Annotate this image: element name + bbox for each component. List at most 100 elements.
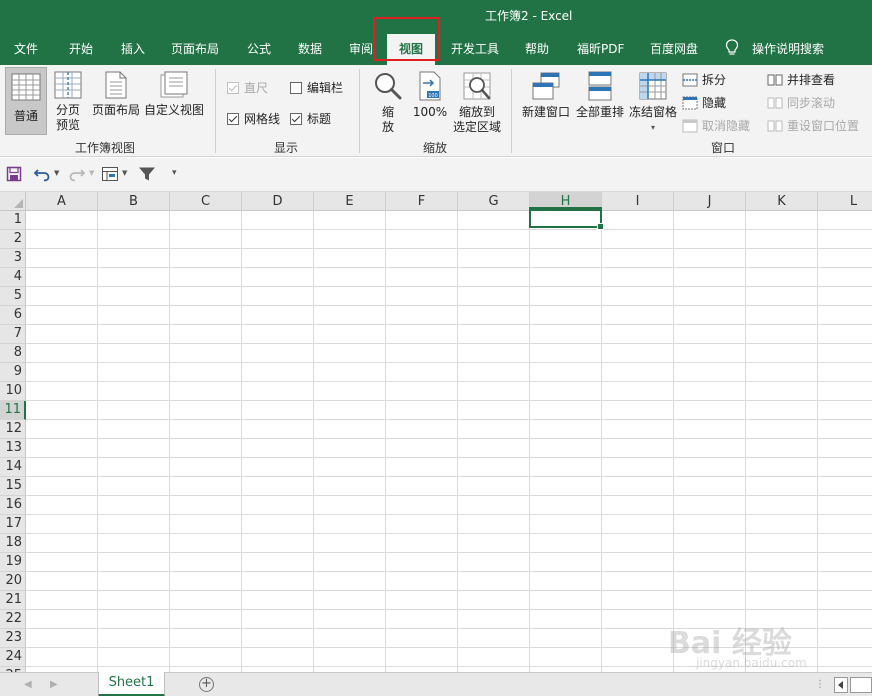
tab-data[interactable]: 数据 — [298, 40, 322, 57]
column-header-b[interactable]: B — [98, 192, 170, 211]
row-header-2[interactable]: 2 — [0, 230, 26, 249]
active-cell-h11[interactable] — [529, 207, 604, 230]
row-header-6[interactable]: 6 — [0, 306, 26, 325]
row-header-1[interactable]: 1 — [0, 211, 26, 230]
row-header-19[interactable]: 19 — [0, 553, 26, 572]
select-all-corner[interactable] — [0, 192, 26, 211]
add-sheet-button[interactable]: + — [199, 677, 214, 692]
custom-views-button[interactable]: 自定义视图 — [144, 71, 204, 121]
column-header-a[interactable]: A — [26, 192, 98, 211]
row-header-12[interactable]: 12 — [0, 420, 26, 439]
tab-insert[interactable]: 插入 — [121, 40, 145, 57]
tab-formulas[interactable]: 公式 — [247, 40, 271, 57]
arrange-all-button[interactable]: 全部重排 — [574, 71, 626, 121]
sheet-scroll-right-icon[interactable]: ▶ — [50, 679, 58, 690]
filter-icon[interactable] — [138, 166, 156, 182]
formula-bar-checkbox[interactable]: 编辑栏 — [290, 79, 343, 96]
tab-help[interactable]: 帮助 — [525, 40, 549, 57]
tab-page-layout[interactable]: 页面布局 — [171, 40, 219, 57]
row-header-16[interactable]: 16 — [0, 496, 26, 515]
row-header-11[interactable]: 11 — [0, 401, 26, 420]
tab-review[interactable]: 审阅 — [349, 40, 373, 57]
split-button[interactable]: 拆分 — [682, 71, 726, 88]
zoom-to-selection-button[interactable]: 缩放到 选定区域 — [452, 71, 502, 135]
hscroll-left-arrow-icon[interactable] — [834, 677, 848, 693]
row-header-8[interactable]: 8 — [0, 344, 26, 363]
horizontal-scrollbar-thumb[interactable] — [850, 677, 872, 693]
row-header-22[interactable]: 22 — [0, 610, 26, 629]
sync-scroll-icon — [767, 97, 783, 108]
sheet-tab-sheet1[interactable]: Sheet1 — [98, 672, 165, 696]
row-header-23[interactable]: 23 — [0, 629, 26, 648]
formula-bar-checkbox-box[interactable] — [290, 81, 302, 94]
zoom-to-selection-label-1: 缩放到 — [458, 105, 495, 119]
column-header-c[interactable]: C — [170, 192, 242, 211]
row-header-3[interactable]: 3 — [0, 249, 26, 268]
headings-checkbox[interactable]: 标题 — [290, 110, 331, 127]
headings-checkbox-box[interactable] — [290, 112, 302, 125]
tab-view[interactable]: 视图 — [387, 34, 436, 65]
form-icon[interactable] — [101, 166, 119, 182]
row-header-5[interactable]: 5 — [0, 287, 26, 306]
gridline-vertical — [601, 211, 602, 672]
zoom-100-button[interactable]: 100 100% — [412, 71, 448, 121]
page-break-preview-icon — [54, 71, 82, 99]
sheet-tab-bar: ◀ ▶ Sheet1 + ⋮ — [0, 672, 872, 696]
column-header-k[interactable]: K — [746, 192, 818, 211]
zoom-button[interactable]: 缩 放 — [370, 71, 406, 135]
column-header-f[interactable]: F — [386, 192, 458, 211]
gridlines-checkbox[interactable]: 网格线 — [227, 110, 280, 127]
tell-me-search[interactable]: 操作说明搜索 — [752, 40, 824, 57]
row-header-14[interactable]: 14 — [0, 458, 26, 477]
zoom-group-label: 缩放 — [423, 141, 448, 155]
freeze-panes-button[interactable]: 冻结窗格 ▾ — [628, 71, 678, 135]
tab-baidu-netdisk[interactable]: 百度网盘 — [650, 40, 698, 57]
save-icon[interactable] — [6, 166, 22, 182]
new-window-button[interactable]: 新建窗口 — [520, 71, 572, 121]
undo-icon[interactable] — [33, 166, 51, 182]
group-separator — [359, 69, 360, 153]
column-header-d[interactable]: D — [242, 192, 314, 211]
tab-developer[interactable]: 开发工具 — [451, 40, 499, 57]
row-header-21[interactable]: 21 — [0, 591, 26, 610]
column-header-e[interactable]: E — [314, 192, 386, 211]
page-layout-view-button[interactable]: 页面布局 — [90, 71, 142, 121]
tab-home[interactable]: 开始 — [69, 40, 93, 57]
form-dropdown-icon[interactable]: ▼ — [122, 169, 127, 177]
tab-foxit-pdf[interactable]: 福昕PDF — [577, 40, 624, 57]
column-header-i[interactable]: I — [602, 192, 674, 211]
tab-split-handle[interactable]: ⋮ — [815, 679, 825, 690]
tab-file[interactable]: 文件 — [14, 40, 38, 57]
arrange-all-label: 全部重排 — [575, 105, 624, 119]
column-header-j[interactable]: J — [674, 192, 746, 211]
row-header-20[interactable]: 20 — [0, 572, 26, 591]
reset-window-position-icon — [767, 120, 783, 131]
view-side-by-side-button[interactable]: 并排查看 — [767, 71, 835, 88]
gridline-horizontal — [26, 571, 872, 572]
customize-toolbar-icon[interactable]: ▾ — [172, 168, 177, 178]
row-header-4[interactable]: 4 — [0, 268, 26, 287]
row-header-24[interactable]: 24 — [0, 648, 26, 667]
lightbulb-icon[interactable] — [725, 39, 739, 57]
gridlines-checkbox-box[interactable] — [227, 112, 239, 125]
column-header-l[interactable]: L — [818, 192, 872, 211]
sheet-scroll-left-icon[interactable]: ◀ — [24, 679, 32, 690]
worksheet-grid[interactable]: ABCDEFGHIJKL 1 2 3 4 5 6 7 8 9 10 11 12 13 14 15 16 17 18… — [0, 192, 872, 672]
show-group-label: 显示 — [274, 141, 299, 155]
column-header-g[interactable]: G — [458, 192, 530, 211]
hide-button[interactable]: 隐藏 — [682, 94, 726, 111]
gridline-horizontal — [26, 552, 872, 553]
row-header-15[interactable]: 15 — [0, 477, 26, 496]
normal-view-button[interactable]: 普通 — [5, 67, 47, 135]
zoom-to-selection-label-2: 选定区域 — [452, 120, 501, 134]
row-header-10[interactable]: 10 — [0, 382, 26, 401]
row-header-17[interactable]: 17 — [0, 515, 26, 534]
undo-dropdown-icon[interactable]: ▼ — [54, 169, 59, 177]
row-header-7[interactable]: 7 — [0, 325, 26, 344]
row-header-13[interactable]: 13 — [0, 439, 26, 458]
gridline-horizontal — [26, 305, 872, 306]
row-header-18[interactable]: 18 — [0, 534, 26, 553]
row-header-9[interactable]: 9 — [0, 363, 26, 382]
gridline-vertical — [241, 211, 242, 672]
page-break-preview-button[interactable]: 分页 预览 — [51, 71, 85, 135]
